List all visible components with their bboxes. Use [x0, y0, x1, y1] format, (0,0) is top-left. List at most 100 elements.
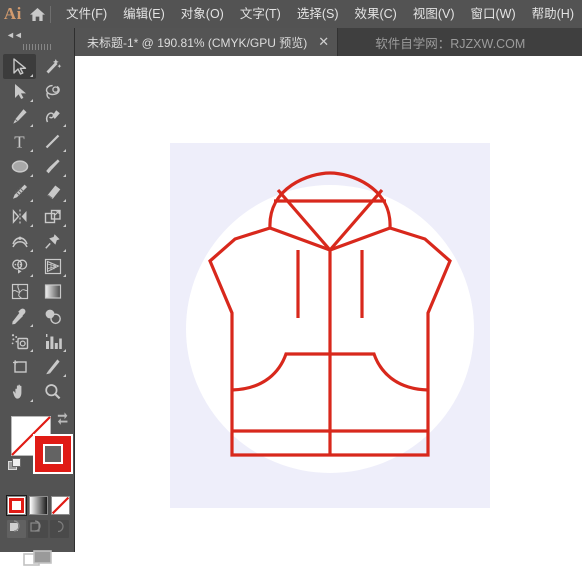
menu-object[interactable]: 对象(O)	[173, 0, 232, 28]
none-mode-button[interactable]	[51, 496, 70, 515]
width-warp-tool[interactable]	[3, 229, 36, 254]
scale-transform-icon	[43, 207, 63, 226]
draw-normal-icon	[9, 520, 24, 538]
menu-item-list: 文件(F) 编辑(E) 对象(O) 文字(T) 选择(S) 效果(C) 视图(V) 窗口(W)…	[58, 0, 582, 28]
hand-tool[interactable]	[3, 379, 36, 404]
tool-group-corner-icon	[30, 324, 33, 327]
gradient-icon	[43, 282, 63, 301]
type-t-icon: T	[10, 132, 29, 152]
blend-icon	[43, 307, 63, 326]
solid-color-icon	[8, 497, 25, 518]
scale-shear-tool[interactable]	[36, 204, 69, 229]
eyedropper-icon	[10, 307, 29, 326]
artboard-tool[interactable]	[3, 354, 36, 379]
shape-builder-tool[interactable]	[3, 254, 36, 279]
pushpin-icon	[43, 232, 62, 251]
document-tab[interactable]: 未标题-1* @ 190.81% (CMYK/GPU 预览) ✕	[75, 28, 339, 56]
width-warp-icon	[10, 232, 30, 251]
color-controls	[0, 408, 75, 480]
change-screen-mode-button[interactable]	[0, 544, 75, 574]
mesh-tool[interactable]	[3, 279, 36, 304]
panel-drag-grip[interactable]	[0, 41, 74, 52]
menu-window[interactable]: 窗口(W)	[463, 0, 524, 28]
tool-group-corner-icon	[63, 224, 66, 227]
zoom-tool[interactable]	[36, 379, 69, 404]
perspective-grid-tool[interactable]	[36, 254, 69, 279]
menu-edit[interactable]: 编辑(E)	[115, 0, 173, 28]
arrow-cursor-icon	[10, 57, 29, 76]
tool-group-corner-icon	[30, 349, 33, 352]
tool-group-corner-icon	[30, 99, 33, 102]
draw-inside-button[interactable]	[49, 520, 69, 538]
column-graph-tool[interactable]	[36, 329, 69, 354]
tool-group-corner-icon	[30, 399, 33, 402]
direct-arrow-icon	[10, 82, 29, 101]
direct-selection-tool[interactable]	[3, 79, 36, 104]
eyedropper-tool[interactable]	[3, 304, 36, 329]
home-icon[interactable]	[26, 0, 49, 28]
draw-inside-icon	[52, 520, 67, 538]
collapse-panel-button[interactable]: ◄◄	[0, 28, 74, 41]
draw-normal-button[interactable]	[7, 520, 27, 538]
menu-file[interactable]: 文件(F)	[58, 0, 115, 28]
blend-tool[interactable]	[36, 304, 69, 329]
svg-text:T: T	[14, 133, 25, 152]
magnifier-icon	[43, 382, 62, 401]
slice-tool[interactable]	[36, 354, 69, 379]
shaper-pencil-tool[interactable]	[3, 179, 36, 204]
curvature-tool[interactable]	[36, 104, 69, 129]
menu-view[interactable]: 视图(V)	[405, 0, 463, 28]
document-tab-bar: 未标题-1* @ 190.81% (CMYK/GPU 预览) ✕ 软件自学网：R…	[0, 28, 582, 56]
illustrator-window: Ai 文件(F) 编辑(E) 对象(O) 文字(T) 选择(S) 效果(C) 视图(V) 窗口…	[0, 0, 582, 566]
color-mode-button[interactable]	[6, 495, 27, 518]
stroke-swatch[interactable]	[33, 434, 73, 474]
draw-behind-button[interactable]	[28, 520, 48, 538]
perspective-grid-icon	[43, 257, 63, 276]
rotate-reflect-tool[interactable]	[3, 204, 36, 229]
menu-bar: Ai 文件(F) 编辑(E) 对象(O) 文字(T) 选择(S) 效果(C) 视图(V) 窗口…	[0, 0, 582, 28]
pen-icon	[10, 107, 29, 126]
line-segment-tool[interactable]	[36, 129, 69, 154]
gradient-mode-button[interactable]	[29, 496, 48, 515]
tool-group-corner-icon	[30, 174, 33, 177]
selection-tool[interactable]	[3, 54, 36, 79]
gradient-tool[interactable]	[36, 279, 69, 304]
paintbrush-tool[interactable]	[36, 154, 69, 179]
tool-group-corner-icon	[63, 349, 66, 352]
tools-panel: ◄◄ T	[0, 28, 75, 566]
curvature-pen-icon	[43, 107, 63, 126]
pen-tool[interactable]	[3, 104, 36, 129]
menu-type[interactable]: 文字(T)	[232, 0, 289, 28]
lasso-tool[interactable]	[36, 79, 69, 104]
symbol-sprayer-tool[interactable]	[3, 329, 36, 354]
ellipse-icon	[10, 157, 30, 176]
bar-graph-icon	[43, 332, 63, 351]
free-transform-tool[interactable]	[36, 229, 69, 254]
document-tab-title: 未标题-1* @ 190.81% (CMYK/GPU 预览)	[87, 35, 308, 50]
close-icon[interactable]: ✕	[317, 34, 330, 49]
draw-mode-row	[7, 520, 69, 540]
none-swatch-icon	[51, 496, 70, 518]
magic-wand-icon	[43, 57, 62, 76]
shape-builder-icon	[10, 257, 30, 276]
menu-effect[interactable]: 效果(C)	[346, 0, 404, 28]
ai-logo: Ai	[3, 4, 22, 23]
type-tool[interactable]: T	[3, 129, 36, 154]
menu-select[interactable]: 选择(S)	[289, 0, 347, 28]
eraser-icon	[43, 182, 63, 201]
document-canvas[interactable]	[75, 56, 582, 552]
magic-wand-tool[interactable]	[36, 54, 69, 79]
eraser-tool[interactable]	[36, 179, 69, 204]
ellipse-tool[interactable]	[3, 154, 36, 179]
tool-group-corner-icon	[30, 249, 33, 252]
swap-arrows-icon[interactable]	[56, 412, 70, 426]
menu-divider	[50, 5, 52, 23]
tool-group-corner-icon	[30, 149, 33, 152]
menu-help[interactable]: 帮助(H)	[524, 0, 582, 28]
tool-group-corner-icon	[63, 174, 66, 177]
draw-behind-icon	[30, 520, 45, 538]
tool-group-corner-icon	[63, 274, 66, 277]
mesh-icon	[10, 282, 30, 301]
tool-group-corner-icon	[30, 224, 33, 227]
default-colors-icon[interactable]	[8, 458, 23, 472]
